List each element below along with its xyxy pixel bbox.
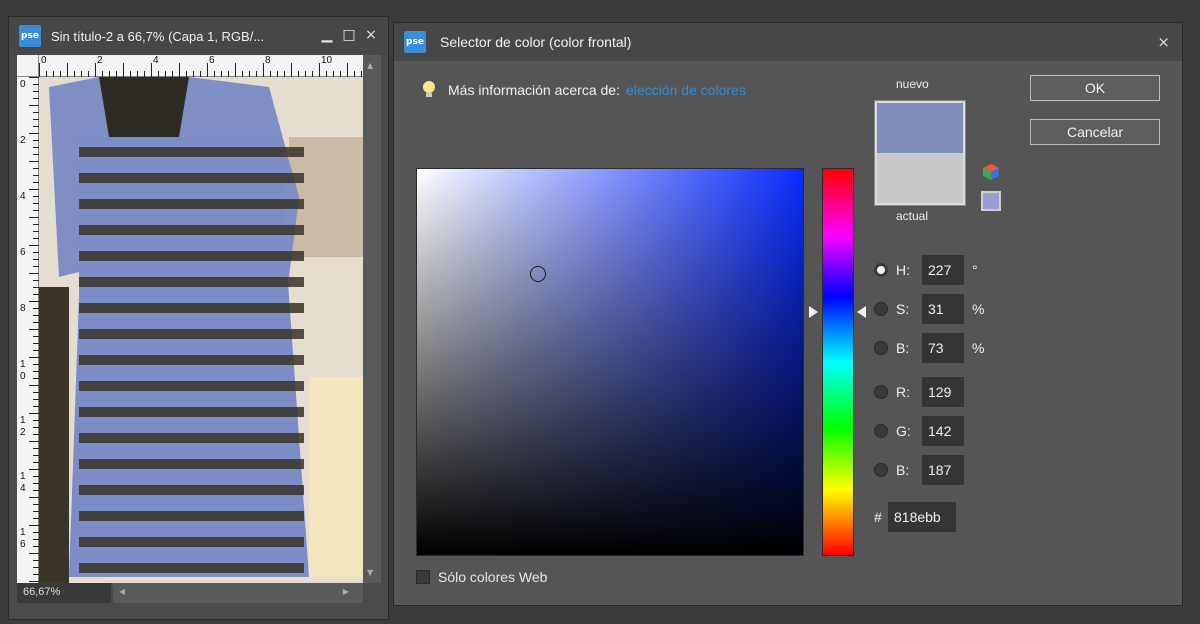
blue-field-row: B: 187 [874,455,964,485]
ruler-left-label: 0 [20,79,26,90]
new-color-swatch [877,103,963,153]
ruler-top-label: 10 [321,55,333,66]
hex-input[interactable]: 818ebb [888,502,956,532]
red-radio[interactable] [874,385,888,399]
ruler-horizontal-ticks [39,63,362,77]
close-icon[interactable]: × [363,27,379,43]
hue-slider-left-arrow-icon[interactable] [809,306,818,318]
info-label: Más información acerca de: [448,82,620,98]
close-icon[interactable]: × [1157,33,1170,51]
ruler-horizontal: 0 2 4 6 8 10 [39,55,363,77]
green-label: G: [896,423,911,439]
saturation-field-row: S: 31 % [874,294,984,324]
ruler-left-label: 1 0 [20,359,26,382]
document-title: Sin título-2 a 66,7% (Capa 1, RGB/... [51,28,265,44]
dress-photo [39,77,363,583]
saturation-unit: % [972,301,985,317]
red-input[interactable]: 129 [922,377,964,407]
blue-radio[interactable] [874,463,888,477]
ruler-left-label: 1 6 [20,527,26,550]
ruler-left-label: 4 [20,191,26,202]
hex-field-row: # 818ebb [874,502,956,532]
color-cube-icon[interactable] [982,163,1000,181]
hue-slider-right-arrow-icon[interactable] [857,306,866,318]
hue-unit: ° [972,262,978,278]
vertical-scrollbar[interactable]: ▲ ▼ [363,55,381,583]
info-link[interactable]: elección de colores [626,82,746,98]
ruler-top-label: 0 [41,55,47,66]
swatch-current-label: actual [896,209,929,223]
saturation-input[interactable]: 31 [922,294,964,324]
ruler-top-label: 8 [265,55,271,66]
document-titlebar[interactable]: pse Sin título-2 a 66,7% (Capa 1, RGB/..… [9,17,388,55]
current-color-swatch[interactable] [877,153,963,203]
ruler-left-label: 1 2 [20,415,26,438]
ruler-left-label: 2 [20,135,26,146]
app-logo-icon: pse [404,31,426,53]
ruler-top-label: 4 [153,55,159,66]
color-picker-dialog: pse Selector de color (color frontal) × … [393,22,1183,606]
ruler-vertical: 0 2 4 6 8 1 0 1 2 1 4 1 6 [17,77,39,583]
brightness-unit: % [972,340,985,356]
green-radio[interactable] [874,424,888,438]
saturation-brightness-field[interactable] [416,168,804,556]
zoom-status: 66,67% [17,583,111,603]
cancel-button[interactable]: Cancelar [1030,119,1160,145]
blue-input[interactable]: 187 [922,455,964,485]
scroll-down-icon[interactable]: ▼ [367,568,373,577]
color-picker-ring[interactable] [530,266,546,282]
hue-radio[interactable] [874,263,888,277]
ruler-corner [17,55,39,77]
minimize-icon[interactable]: ▁ [319,27,335,43]
horizontal-scrollbar[interactable]: ◀ ▶ [113,583,363,603]
hue-label: H: [896,262,910,278]
red-field-row: R: 129 [874,377,964,407]
hex-label: # [874,509,882,525]
web-colors-only-label: Sólo colores Web [438,569,548,585]
lightbulb-icon [422,81,436,99]
blue-label: B: [896,462,910,478]
scroll-left-icon[interactable]: ◀ [119,587,125,596]
hue-field-row: H: 227 ° [874,255,978,285]
red-label: R: [896,384,910,400]
ruler-left-label: 6 [20,247,26,258]
ruler-vertical-ticks [29,77,39,582]
color-swatch-comparison [874,100,966,206]
hue-input[interactable]: 227 [922,255,964,285]
green-field-row: G: 142 [874,416,964,446]
green-input[interactable]: 142 [922,416,964,446]
brightness-field-row: B: 73 % [874,333,984,363]
hue-slider[interactable] [822,168,854,556]
dialog-title: Selector de color (color frontal) [440,34,632,50]
scroll-up-icon[interactable]: ▲ [367,61,373,70]
app-logo-icon: pse [19,25,41,47]
brightness-label: B: [896,340,910,356]
document-canvas[interactable] [39,77,363,583]
ruler-top-label: 2 [97,55,103,66]
scroll-right-icon[interactable]: ▶ [343,587,349,596]
saturation-label: S: [896,301,910,317]
ok-button[interactable]: OK [1030,75,1160,101]
web-safe-color-swatch[interactable] [981,191,1001,211]
brightness-radio[interactable] [874,341,888,355]
brightness-input[interactable]: 73 [922,333,964,363]
info-row: Más información acerca de: elección de c… [422,81,746,99]
dialog-titlebar[interactable]: pse Selector de color (color frontal) × [394,23,1182,61]
ruler-top-label: 6 [209,55,215,66]
saturation-radio[interactable] [874,302,888,316]
swatch-new-label: nuevo [896,77,929,91]
document-window: pse Sin título-2 a 66,7% (Capa 1, RGB/..… [8,16,389,620]
web-colors-only-option: Sólo colores Web [416,569,547,585]
maximize-icon[interactable]: □ [341,27,357,43]
web-colors-only-checkbox[interactable] [416,570,430,584]
ruler-left-label: 8 [20,303,26,314]
ruler-left-label: 1 4 [20,471,26,494]
